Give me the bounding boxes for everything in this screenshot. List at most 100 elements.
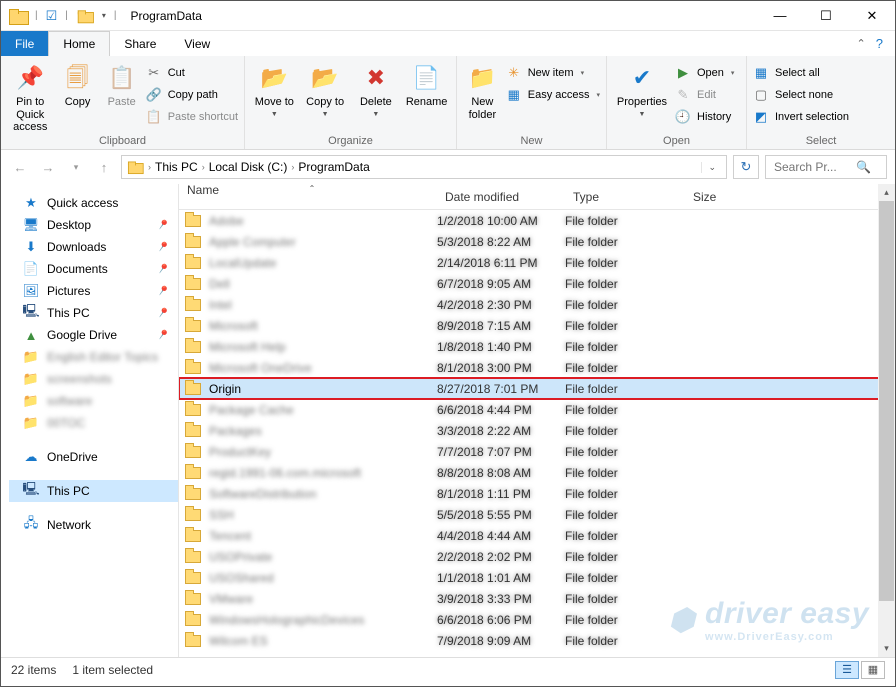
properties-button[interactable]: ✔ Properties▼ [613, 60, 671, 119]
vertical-scrollbar[interactable]: ▴ ▾ [878, 184, 895, 657]
sidebar-network[interactable]: 🖧Network [9, 514, 178, 536]
table-row[interactable]: Intel4/2/2018 2:30 PMFile folder [179, 294, 895, 315]
select-none-button[interactable]: ▢Select none [753, 84, 849, 106]
select-all-button[interactable]: ▦Select all [753, 62, 849, 84]
table-row[interactable]: WindowsHolographicDevices6/6/2018 6:06 P… [179, 609, 895, 630]
sidebar-label: Desktop [47, 218, 91, 232]
minimize-button[interactable]: — [757, 1, 803, 31]
easy-access-button[interactable]: ▦Easy access▾ [506, 84, 600, 106]
sidebar-documents[interactable]: 📄Documents📍 [9, 258, 178, 280]
paste-shortcut-button[interactable]: 📋Paste shortcut [146, 106, 238, 128]
tab-home[interactable]: Home [48, 31, 110, 56]
close-button[interactable]: ✕ [849, 1, 895, 31]
sidebar-quick-access[interactable]: ★Quick access [9, 192, 178, 214]
recent-locations-button[interactable]: ▾ [65, 156, 87, 178]
col-header-type[interactable]: Type [565, 184, 685, 209]
chevron-right-icon[interactable]: › [148, 162, 151, 172]
breadcrumb-this-pc[interactable]: This PC [155, 160, 198, 174]
search-box[interactable]: 🔍 [765, 155, 887, 179]
sidebar-item[interactable]: 📁software [9, 390, 178, 412]
sidebar-desktop[interactable]: 🖥Desktop📍 [9, 214, 178, 236]
folder-icon [185, 278, 201, 290]
table-row[interactable]: USOPrivate2/2/2018 2:02 PMFile folder [179, 546, 895, 567]
table-row[interactable]: Adobe1/2/2018 10:00 AMFile folder [179, 210, 895, 231]
chevron-right-icon[interactable]: › [291, 162, 294, 172]
edit-button[interactable]: ✎Edit [675, 84, 734, 106]
history-button[interactable]: 🕘History [675, 106, 734, 128]
ribbon-collapse-icon[interactable]: ⌃ [857, 37, 866, 50]
large-icons-view-button[interactable]: ▦ [861, 661, 885, 679]
table-row[interactable]: Tencent4/4/2018 4:44 AMFile folder [179, 525, 895, 546]
qat-separator: | [65, 10, 68, 21]
qat-check-icon[interactable]: ☑ [46, 8, 58, 24]
help-icon[interactable]: ? [876, 36, 883, 51]
sidebar-onedrive[interactable]: ☁OneDrive [9, 446, 178, 468]
sidebar-item[interactable]: 📁00TOC [9, 412, 178, 434]
table-row[interactable]: Microsoft Help1/8/2018 1:40 PMFile folde… [179, 336, 895, 357]
table-row[interactable]: Apple Computer5/3/2018 8:22 AMFile folde… [179, 231, 895, 252]
col-header-name[interactable]: ⌃ Name [179, 184, 437, 209]
table-row[interactable]: VMware3/9/2018 3:33 PMFile folder [179, 588, 895, 609]
sidebar-pictures[interactable]: 🖼Pictures📍 [9, 280, 178, 302]
table-row[interactable]: Packages3/3/2018 2:22 AMFile folder [179, 420, 895, 441]
address-dropdown-icon[interactable]: ⌄ [701, 162, 722, 173]
tab-view[interactable]: View [170, 31, 224, 56]
open-button[interactable]: ▶Open▾ [675, 62, 734, 84]
breadcrumb-drive[interactable]: Local Disk (C:) [209, 160, 288, 174]
file-date: 8/8/2018 8:08 AM [437, 466, 565, 480]
new-folder-button[interactable]: 📁 New folder [463, 60, 502, 121]
copy-to-button[interactable]: 📂 Copy to▼ [302, 60, 349, 119]
col-header-size[interactable]: Size [685, 184, 765, 209]
table-row[interactable]: Dell6/7/2018 9:05 AMFile folder [179, 273, 895, 294]
chevron-right-icon[interactable]: › [202, 162, 205, 172]
table-row[interactable]: Microsoft OneDrive8/1/2018 3:00 PMFile f… [179, 357, 895, 378]
search-input[interactable] [772, 159, 850, 175]
sidebar-downloads[interactable]: ⬇Downloads📍 [9, 236, 178, 258]
search-icon[interactable]: 🔍 [856, 160, 871, 174]
scrollbar-thumb[interactable] [879, 201, 894, 601]
move-to-button[interactable]: 📂 Move to▼ [251, 60, 298, 119]
address-bar[interactable]: › This PC › Local Disk (C:) › ProgramDat… [121, 155, 727, 179]
file-type: File folder [565, 466, 685, 480]
table-row[interactable]: SSH5/5/2018 5:55 PMFile folder [179, 504, 895, 525]
copy-button[interactable]: 🗐 Copy [58, 60, 98, 109]
table-row[interactable]: LocalUpdate2/14/2018 6:11 PMFile folder [179, 252, 895, 273]
scroll-up-icon[interactable]: ▴ [878, 184, 895, 201]
delete-button[interactable]: ✖ Delete▼ [353, 60, 400, 119]
details-view-button[interactable]: ☰ [835, 661, 859, 679]
qat-folder-icon[interactable] [78, 10, 92, 21]
refresh-button[interactable]: ↻ [733, 155, 759, 179]
sidebar-this-pc-pinned[interactable]: 🖳This PC📍 [9, 302, 178, 324]
table-row[interactable]: Package Cache6/6/2018 4:44 PMFile folder [179, 399, 895, 420]
cut-button[interactable]: ✂Cut [146, 62, 238, 84]
col-header-date[interactable]: Date modified [437, 184, 565, 209]
tab-file[interactable]: File [1, 31, 48, 56]
rename-button[interactable]: 📄 Rename [403, 60, 450, 109]
breadcrumb-folder[interactable]: ProgramData [298, 160, 369, 174]
sidebar-this-pc[interactable]: 🖳This PC [9, 480, 178, 502]
table-row[interactable]: Microsoft8/9/2018 7:15 AMFile folder [179, 315, 895, 336]
pin-quick-access-button[interactable]: 📌 Pin to Quick access [7, 60, 54, 134]
table-row[interactable]: Wilcom ES7/9/2018 9:09 AMFile folder [179, 630, 895, 651]
status-bar: 22 items 1 item selected ☰ ▦ [1, 657, 895, 681]
tab-share[interactable]: Share [110, 31, 170, 56]
maximize-button[interactable]: ☐ [803, 1, 849, 31]
scroll-down-icon[interactable]: ▾ [878, 640, 895, 657]
new-item-button[interactable]: ✳New item▾ [506, 62, 600, 84]
qat-overflow-icon[interactable]: ▾ [102, 11, 106, 20]
copy-path-button[interactable]: 🔗Copy path [146, 84, 238, 106]
table-row[interactable]: regid.1991-06.com.microsoft8/8/2018 8:08… [179, 462, 895, 483]
table-row[interactable]: SoftwareDistribution8/1/2018 1:11 PMFile… [179, 483, 895, 504]
sidebar-item[interactable]: 📁screenshots [9, 368, 178, 390]
invert-selection-button[interactable]: ◩Invert selection [753, 106, 849, 128]
sidebar-label: screenshots [47, 372, 112, 386]
table-row-origin[interactable]: Origin8/27/2018 7:01 PMFile folder [179, 378, 895, 399]
table-row[interactable]: USOShared1/1/2018 1:01 AMFile folder [179, 567, 895, 588]
sidebar-item[interactable]: 📁English Editor Topics [9, 346, 178, 368]
back-button[interactable]: ← [9, 156, 31, 178]
up-button[interactable]: ↑ [93, 156, 115, 178]
paste-button[interactable]: 📋 Paste [102, 60, 142, 109]
forward-button[interactable]: → [37, 156, 59, 178]
sidebar-google-drive[interactable]: ▲Google Drive📍 [9, 324, 178, 346]
table-row[interactable]: ProductKey7/7/2018 7:07 PMFile folder [179, 441, 895, 462]
